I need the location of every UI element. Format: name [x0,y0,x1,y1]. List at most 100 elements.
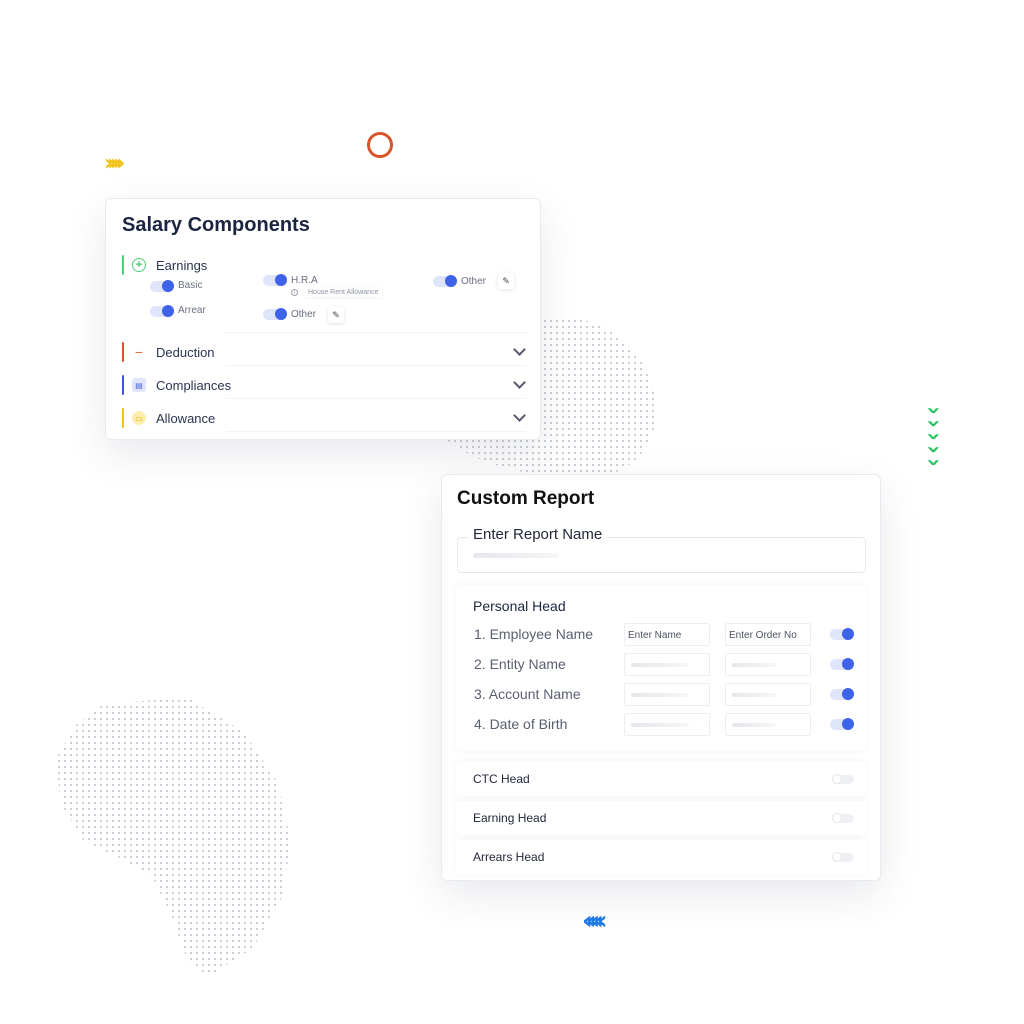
text-placeholder-skeleton [631,723,689,727]
name-input[interactable]: Enter Name [624,623,710,646]
divider [226,365,526,366]
text-placeholder-skeleton [631,693,689,697]
text-placeholder-skeleton [473,553,559,558]
text-placeholder-skeleton [732,663,776,667]
chevron-down-icon[interactable] [513,343,526,356]
text-placeholder-skeleton [631,663,689,667]
report-name-input[interactable]: Enter Report Name [457,526,866,573]
toggle-hra[interactable] [263,274,287,286]
pencil-edit-icon[interactable]: ✎ [498,273,514,289]
section-earnings[interactable]: + Earnings [122,255,207,275]
chevron-down-icon: › [919,432,950,441]
circle-ring-decoration [367,132,393,158]
dot-pattern-decoration [56,698,292,976]
section-allowance[interactable]: ▭ Allowance [122,408,215,428]
chevrons-text: ››››› [104,151,125,176]
toggle-knob [842,688,854,700]
chevron-down-icon: › [919,458,950,467]
plus-circle-icon: + [132,258,146,272]
toggle-knob [842,658,854,670]
chevron-down-icon[interactable] [513,409,526,422]
toggle-knob [842,628,854,640]
field-toggle[interactable] [830,628,854,640]
accent-bar [122,255,124,275]
section-label: Allowance [156,410,216,426]
minus-icon: − [134,344,144,360]
earning-item-label: Basic [178,280,203,291]
order-no-input[interactable]: Enter Order No [725,623,811,646]
order-no-input[interactable] [725,713,811,736]
yellow-chevrons-right-icon: ››››› [104,151,125,176]
head-toggle[interactable] [832,852,854,862]
chevron-down-icon: › [919,406,950,415]
report-name-label: Enter Report Name [468,526,608,543]
field-label: 2. Entity Name [474,656,566,672]
accent-bar [122,408,124,428]
toggle-knob [162,305,174,317]
toggle-knob [275,274,287,286]
field-row: 4. Date of Birth [474,713,866,737]
card-title: Custom Report [457,488,595,509]
section-label: Deduction [156,344,215,360]
personal-head-section: Personal Head 1. Employee Name Enter Nam… [456,585,866,751]
toggle-other[interactable] [433,275,457,287]
divider [226,431,526,432]
toggle-basic[interactable] [150,280,174,292]
earning-item-label: Other [291,309,317,320]
name-input[interactable] [624,683,710,706]
toggle-knob [832,813,842,823]
hra-hint: i House Rent Allowance [291,288,383,297]
section-title: Personal Head [473,598,566,614]
head-toggle[interactable] [832,813,854,823]
section-label: Earnings [156,257,208,273]
section-label: Compliances [156,377,232,393]
ticket-icon: ▭ [132,411,146,425]
head-row-earning[interactable]: Earning Head [456,801,866,835]
toggle-knob [162,280,174,292]
info-icon: i [291,289,298,296]
field-label: 4. Date of Birth [474,716,568,732]
divider [226,398,526,399]
order-no-input[interactable] [725,653,811,676]
earning-item-label: Arrear [178,305,206,316]
custom-report-card: Custom Report Enter Report Name Personal… [441,474,881,881]
earning-item-label: H.R.A [291,275,318,286]
section-deduction[interactable]: − Deduction [122,342,215,362]
accent-bar [122,375,124,395]
order-no-input[interactable] [725,683,811,706]
field-toggle[interactable] [830,658,854,670]
toggle-knob [832,852,842,862]
field-row: 3. Account Name [474,683,866,707]
head-row-ctc[interactable]: CTC Head [456,762,866,796]
head-label: Arrears Head [473,850,545,864]
toggle-knob [275,308,287,320]
pencil-edit-icon[interactable]: ✎ [328,307,344,323]
chevron-down-icon: › [919,419,950,428]
name-input[interactable] [624,713,710,736]
divider [226,332,526,333]
toggle-knob [832,774,842,784]
text-placeholder-skeleton [732,693,776,697]
field-row: 1. Employee Name Enter Name Enter Order … [474,623,866,647]
toggle-arrear[interactable] [150,305,174,317]
hint-text: House Rent Allowance [304,288,383,297]
toggle-other[interactable] [263,308,287,320]
text-placeholder-skeleton [732,723,776,727]
head-label: Earning Head [473,811,547,825]
name-input[interactable] [624,653,710,676]
head-label: CTC Head [473,772,530,786]
blue-chevrons-left-icon: ‹‹‹‹‹ [582,908,607,934]
field-toggle[interactable] [830,688,854,700]
section-compliances[interactable]: ▤ Compliances [122,375,231,395]
field-label: 1. Employee Name [474,626,594,642]
head-row-arrears[interactable]: Arrears Head [456,840,866,874]
chevron-down-icon[interactable] [513,376,526,389]
clipboard-icon: ▤ [132,378,146,392]
toggle-knob [445,275,457,287]
head-toggle[interactable] [832,774,854,784]
field-row: 2. Entity Name [474,653,866,677]
field-toggle[interactable] [830,718,854,730]
chevron-down-icon: › [919,445,950,454]
toggle-knob [842,718,854,730]
earning-item-label: Other [461,276,487,287]
